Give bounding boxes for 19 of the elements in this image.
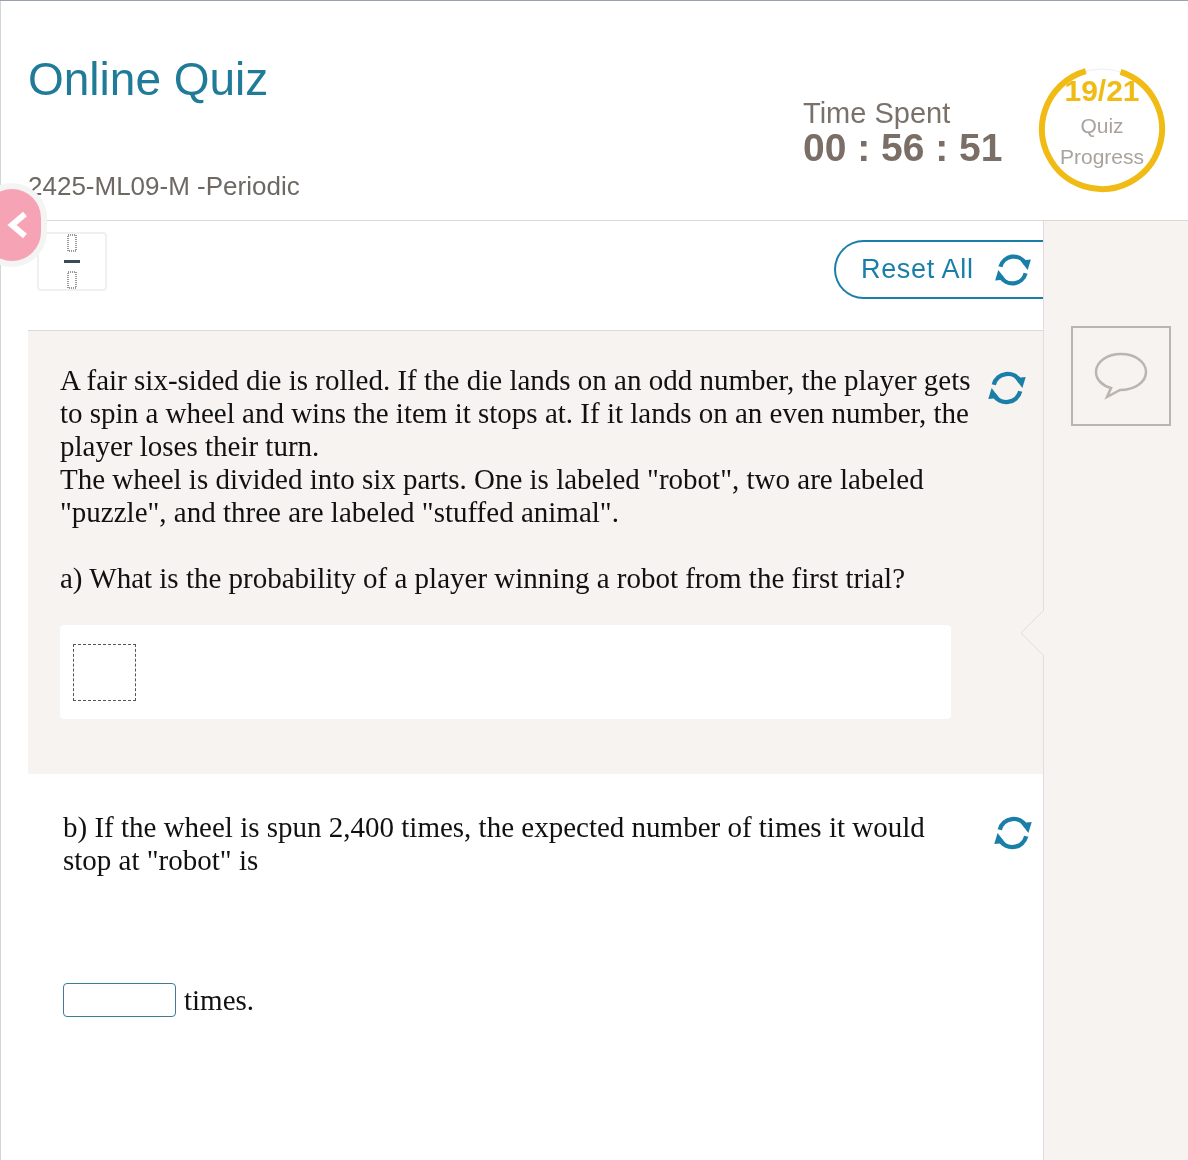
- question-text: b) If the wheel is spun 2,400 times, the expected number of times it would stop at "robot" is: [63, 811, 926, 877]
- input-field[interactable]: [63, 983, 176, 1017]
- question-text: A fair six-sided die is rolled. If the die lands on an odd number, the player gets to spin a wheel and wins the item it stops at. If it lands on an even number, the player loses their turn.: [60, 364, 972, 463]
- time-label: Time Spent: [803, 98, 952, 128]
- quiz-title: Online Quiz: [28, 53, 270, 105]
- quiz-code: 2425-ML09-M -Periodic: [28, 171, 301, 201]
- fraction-button[interactable]: [37, 232, 107, 291]
- speech-bubble-icon: [1093, 351, 1149, 401]
- question-text: The wheel is divided into six parts. One is labeled "robot", two are labeled "puzzle", and three are labeled "stuffed animal".: [60, 463, 925, 529]
- progress-label: Quiz: [1080, 113, 1124, 139]
- unit-text: times.: [184, 983, 255, 1017]
- fraction-icon: [62, 232, 82, 291]
- question-text: a) What is the probability of a player winning a robot from the first trial?: [60, 562, 907, 595]
- input-field[interactable]: [73, 643, 136, 701]
- chevron-left-icon: [7, 211, 29, 239]
- reset-all-button[interactable]: Reset All: [834, 240, 1043, 299]
- progress-label: Progress: [1060, 144, 1144, 170]
- time-value: 00 : 56 : 51: [803, 128, 1001, 168]
- progress-count: 19/21: [1064, 74, 1140, 108]
